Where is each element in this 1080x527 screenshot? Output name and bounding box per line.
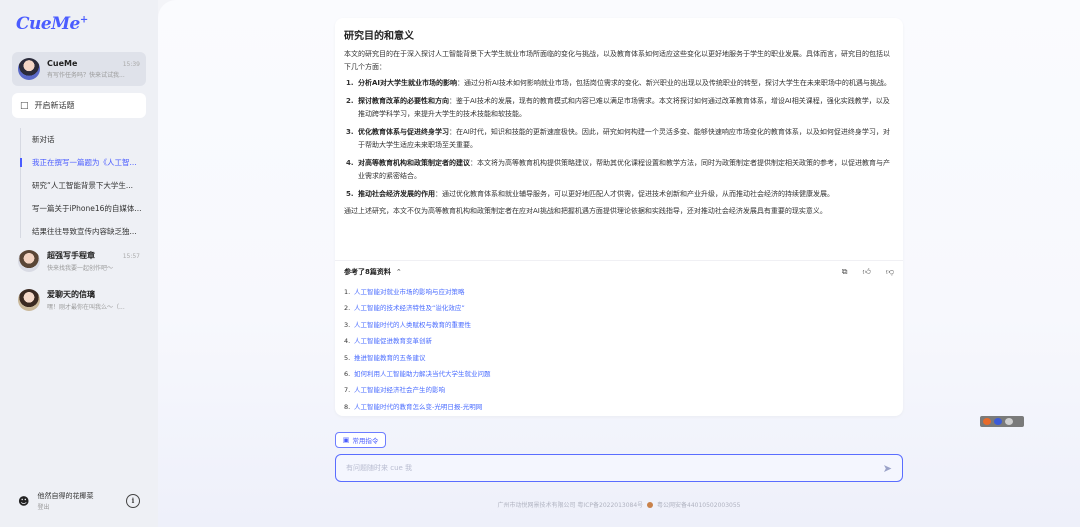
send-icon[interactable]: ➤ xyxy=(883,462,892,475)
reference-item[interactable]: 8. 人工智能时代的教育怎么变-光明日报-光明网 xyxy=(344,399,491,415)
agent-name: 超强写手程章 xyxy=(47,251,95,260)
reference-item[interactable]: 3. 人工智能时代的人类赋权与教育的重要性 xyxy=(344,317,491,333)
reference-item[interactable]: 5. 推进智能教育的五条建议 xyxy=(344,350,491,366)
topic-item[interactable]: 我正在撰写一篇题为《人工智... xyxy=(12,151,146,174)
user-footer: ☻ 他然自得的花椰菜 登出 i xyxy=(12,488,146,514)
topic-item[interactable]: 研究“人工智能背景下大学生... xyxy=(12,174,146,197)
answer-intro: 本文的研究目的在于深入探讨人工智能背景下大学生就业市场所面临的变化与挑战，以及教… xyxy=(344,50,890,71)
chevron-up-icon[interactable]: ⌃ xyxy=(396,268,402,276)
topic-item[interactable]: 新对话 xyxy=(12,128,146,151)
avatar xyxy=(18,58,40,80)
info-icon[interactable]: i xyxy=(126,494,140,508)
list-item: 5. 推动社会经济发展的作用：通过优化教育体系和就业辅导服务，可以更好地匹配人才供… xyxy=(346,190,834,198)
references-header[interactable]: 参考了8篇资料 ⌃ ⧉ 👍︎ 👎︎ xyxy=(335,260,903,282)
list-item: 2. 探讨教育改革的必要性和方向：鉴于AI技术的发展，现有的教育模式和内容已难以满… xyxy=(346,97,890,118)
reference-item[interactable]: 7. 人工智能对经济社会产生的影响 xyxy=(344,382,491,398)
app-logo[interactable]: CueMe+ xyxy=(16,14,88,34)
plugin-icon[interactable] xyxy=(1005,418,1013,425)
topic-item[interactable]: 写一篇关于iPhone16的自媒体... xyxy=(12,197,146,220)
agent-chatter[interactable]: 爱聊天的信璃 嘿！刚才最你在叫我么～（... xyxy=(12,283,146,317)
agent-time: 15:57 xyxy=(122,253,140,260)
list-item: 3. 优化教育体系与促进终身学习：在AI时代，知识和技能的更新速度极快。因此，研究… xyxy=(346,128,890,149)
answer-title: 研究目的和意义 xyxy=(344,31,414,42)
references-list: 1. 人工智能对就业市场的影响与应对策略 2. 人工智能的技术经济特性及“溢化效应”… xyxy=(344,284,491,415)
plugin-icon[interactable] xyxy=(983,418,991,425)
police-badge-icon xyxy=(647,502,654,508)
command-icon: ▣ xyxy=(342,436,350,444)
references-title: 参考了8篇资料 xyxy=(344,267,391,276)
list-item: 4. 对高等教育机构和政策制定者的建议：本文将为高等教育机构提供策略建议，帮助其优… xyxy=(346,159,890,180)
user-icon: ☻ xyxy=(18,494,30,508)
message-input-box[interactable]: ➤ xyxy=(335,454,903,482)
agent-writer[interactable]: 超强写手程章 15:57 快来找我要一起创作吧～ xyxy=(12,244,146,278)
agent-desc: 嘿！刚才最你在叫我么～（... xyxy=(47,304,125,311)
reference-item[interactable]: 4. 人工智能促进教育变革创新 xyxy=(344,333,491,349)
user-name: 他然自得的花椰菜 xyxy=(37,492,94,500)
thumbs-up-icon[interactable]: 👍︎ xyxy=(863,267,871,277)
topic-list: 新对话 我正在撰写一篇题为《人工智... 研究“人工智能背景下大学生... 写一… xyxy=(12,128,146,243)
plugin-icon[interactable] xyxy=(994,418,1002,425)
agent-name: 爱聊天的信璃 xyxy=(47,290,95,299)
logout-link[interactable]: 登出 xyxy=(37,502,93,511)
agent-desc: 快来找我要一起创作吧～ xyxy=(47,265,114,272)
message-input[interactable] xyxy=(346,464,883,472)
answer-conclusion: 通过上述研究，本文不仅为高等教育机构和政策制定者在应对AI挑战和把握机遇方面提供… xyxy=(344,207,827,215)
chat-plus-icon: □ xyxy=(20,100,29,111)
avatar xyxy=(18,289,40,311)
reference-item[interactable]: 6. 如何利用人工智能助力解决当代大学生就业问题 xyxy=(344,366,491,382)
answer-card: 研究目的和意义 本文的研究目的在于深入探讨人工智能背景下大学生就业市场所面临的变… xyxy=(335,18,903,416)
topic-item[interactable]: 结果往往导致宣传内容缺乏独... xyxy=(12,220,146,243)
list-item: 1. 分析AI对大学生就业市场的影响：通过分析AI技术如何影响就业市场，包括岗位需… xyxy=(346,79,891,87)
agent-time: 15:39 xyxy=(122,61,140,68)
common-commands-button[interactable]: ▣ 常用指令 xyxy=(335,432,386,448)
answer-points: 1. 分析AI对大学生就业市场的影响：通过分析AI技术如何影响就业市场，包括岗位需… xyxy=(344,77,894,201)
site-footer: 广州市动悦网景技术有限公司 粤ICP备2022013084号 粤公网安备4401… xyxy=(335,500,903,509)
police-text: 粤公网安备44010502003055 xyxy=(657,502,741,509)
agent-name: CueMe xyxy=(47,59,78,68)
floating-toolbar[interactable] xyxy=(980,416,1024,427)
icp-text: 广州市动悦网景技术有限公司 粤ICP备2022013084号 xyxy=(497,502,644,509)
avatar xyxy=(18,250,40,272)
reference-item[interactable]: 2. 人工智能的技术经济特性及“溢化效应” xyxy=(344,300,491,316)
new-topic-button[interactable]: □ 开启新话题 xyxy=(12,93,146,118)
sidebar: CueMe+ CueMe 15:39 有写作任务吗？快来试试我... □ 开启新话… xyxy=(0,0,158,527)
common-commands-label: 常用指令 xyxy=(352,437,379,445)
new-topic-label: 开启新话题 xyxy=(34,101,75,110)
copy-icon[interactable]: ⧉ xyxy=(842,267,848,277)
agent-cueme[interactable]: CueMe 15:39 有写作任务吗？快来试试我... xyxy=(12,52,146,86)
agent-desc: 有写作任务吗？快来试试我... xyxy=(47,72,125,79)
reference-item[interactable]: 1. 人工智能对就业市场的影响与应对策略 xyxy=(344,284,491,300)
thumbs-down-icon[interactable]: 👎︎ xyxy=(886,267,894,277)
